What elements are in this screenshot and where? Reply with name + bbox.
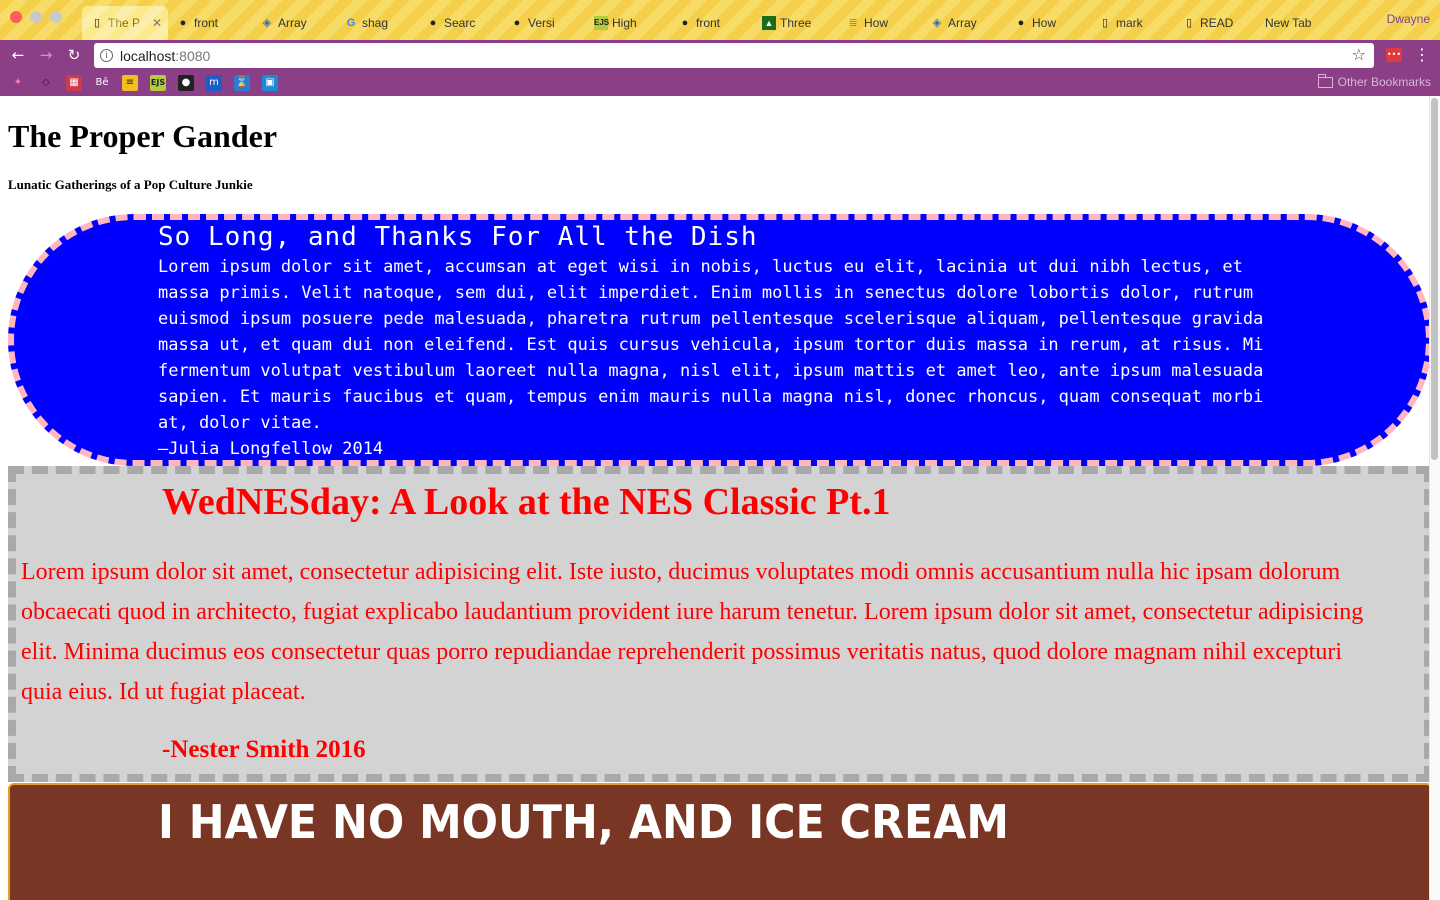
post-title: I Have No Mouth, and Ice Cream (158, 795, 1009, 849)
url-port: :8080 (175, 47, 211, 64)
stack-icon: ≣ (848, 17, 858, 29)
tab-label: High (612, 16, 637, 30)
maximize-window-button[interactable] (50, 11, 62, 23)
forward-arrow-icon[interactable]: → (36, 45, 56, 65)
tab-close-icon[interactable]: ✕ (152, 16, 162, 30)
github-icon: ● (513, 17, 521, 29)
page-icon: ▯ (1101, 17, 1109, 29)
tab-label: The P (108, 16, 141, 30)
tab-high[interactable]: EJS High (586, 6, 672, 40)
github-icon: ● (179, 17, 187, 29)
profile-button[interactable]: Dwayne (1387, 12, 1430, 26)
tab-strip: ▯ The P ✕ ● front ◈ Array G shag ● Searc… (0, 0, 1440, 40)
codepen-bookmark-icon[interactable]: ◇ (38, 75, 54, 91)
stack-bookmark-icon[interactable]: ≡ (122, 75, 138, 91)
back-arrow-icon[interactable]: ← (8, 45, 28, 65)
tab-search[interactable]: ● Searc (418, 6, 504, 40)
post-byline: —Julia Longfellow 2014 (158, 439, 384, 459)
post-body: Lorem ipsum dolor sit amet, accumsan at … (158, 257, 1264, 433)
other-bookmarks-label: Other Bookmarks (1337, 75, 1431, 89)
url-host: localhost (120, 47, 176, 64)
tab-the-proper-gander[interactable]: ▯ The P ✕ (82, 6, 168, 40)
tab-label: mark (1116, 16, 1143, 30)
github-icon: ● (429, 17, 437, 29)
post-dish: So Long, and Thanks For All the Dish Lor… (8, 214, 1432, 466)
page-icon: ▯ (1185, 17, 1193, 29)
post-byline: -Nester Smith 2016 (162, 736, 366, 763)
post-wednesday: WedNESday: A Look at the NES Classic Pt.… (8, 466, 1432, 782)
tab-label: Three (780, 16, 812, 30)
triangle-icon: ▲ (762, 16, 776, 30)
browser-toolbar: ← → ↻ i localhost :8080 ☆ ••• ⋮ (0, 40, 1440, 70)
ejs-bookmark-icon[interactable]: EJS (150, 75, 166, 91)
tab-array-1[interactable]: ◈ Array (252, 6, 338, 40)
tab-front-2[interactable]: ● front (670, 6, 756, 40)
post-title: WedNESday: A Look at the NES Classic Pt.… (162, 481, 891, 523)
post-title: So Long, and Thanks For All the Dish (158, 222, 758, 252)
tab-version[interactable]: ● Versi (502, 6, 588, 40)
page-viewport: The Proper Gander Lunatic Gatherings of … (0, 96, 1440, 900)
tab-label: front (696, 16, 721, 30)
site-title: The Proper Gander (8, 118, 278, 154)
close-window-button[interactable] (10, 11, 22, 23)
bookmark-icon: ◈ (262, 17, 272, 29)
tab-label: front (194, 16, 219, 30)
tab-label: Array (278, 16, 307, 30)
medium-bookmark-icon[interactable]: m (206, 75, 222, 91)
site-subtitle: Lunatic Gatherings of a Pop Culture Junk… (8, 177, 253, 192)
tab-array-2[interactable]: ◈ Array (922, 6, 1008, 40)
scrollbar[interactable] (1429, 96, 1440, 900)
scrollbar-thumb[interactable] (1431, 98, 1438, 460)
page-icon: ▯ (93, 17, 101, 29)
tab-label: Searc (444, 16, 476, 30)
google-icon: G (346, 17, 356, 29)
github-bookmark-icon[interactable]: ● (178, 75, 194, 91)
info-icon[interactable]: i (100, 49, 113, 62)
tab-label: Versi (528, 16, 555, 30)
post-ice-cream: I Have No Mouth, and Ice Cream (8, 783, 1432, 900)
github-icon: ● (681, 17, 689, 29)
post-body: Lorem ipsum dolor sit amet, consectetur … (21, 559, 1364, 705)
red-bookmark-icon[interactable]: ▦ (66, 75, 82, 91)
bookmark-icon: ◈ (932, 17, 942, 29)
tab-label: READ (1200, 16, 1234, 30)
tab-mark[interactable]: ▯ mark (1090, 6, 1176, 40)
tab-how-1[interactable]: ≣ How (838, 6, 924, 40)
tab-how-2[interactable]: ● How (1006, 6, 1092, 40)
minimize-window-button[interactable] (30, 11, 42, 23)
apple-icon: ● (1017, 17, 1025, 29)
ejs-icon: EJS (594, 16, 609, 30)
folder-icon (1317, 73, 1333, 88)
flamingo-bookmark-icon[interactable]: ✦ (10, 75, 26, 91)
reload-icon[interactable]: ↻ (64, 45, 84, 65)
other-bookmarks[interactable]: Other Bookmarks (1317, 73, 1431, 89)
extension-icon[interactable]: ••• (1386, 48, 1402, 62)
tab-three[interactable]: ▲ Three (754, 6, 840, 40)
bookmark-star-icon[interactable]: ☆ (1352, 45, 1366, 64)
address-bar[interactable]: i localhost :8080 ☆ (94, 43, 1374, 68)
bookmarks-bar: ✦ ◇ ▦ Bē ≡ EJS ● m ⌛ ▣ Other Bookmarks (0, 70, 1440, 96)
tab-label: shag (362, 16, 389, 30)
trello-bookmark-icon[interactable]: ▣ (262, 75, 278, 91)
menu-kebab-icon[interactable]: ⋮ (1414, 45, 1430, 65)
tab-label: Array (948, 16, 977, 30)
tab-front-1[interactable]: ● front (168, 6, 254, 40)
hourglass-bookmark-icon[interactable]: ⌛ (234, 75, 250, 91)
tab-new-tab[interactable]: New Tab (1238, 6, 1324, 40)
tab-label: New Tab (1265, 16, 1312, 30)
behance-bookmark-icon[interactable]: Bē (94, 75, 110, 91)
tab-label: How (864, 16, 889, 30)
tab-label: How (1032, 16, 1057, 30)
tab-shag[interactable]: G shag (336, 6, 422, 40)
